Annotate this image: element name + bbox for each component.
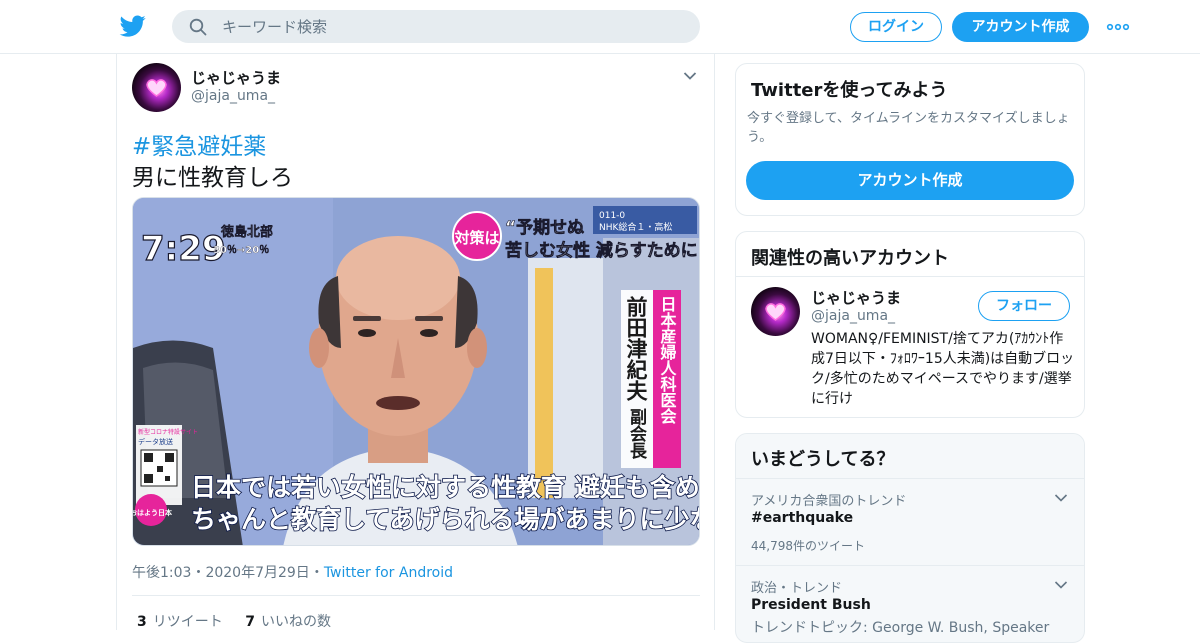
related-account-handle[interactable]: @jaja_uma_ [811,308,895,324]
headline-line-2: 苦しむ女性 減らすために [505,240,698,261]
likes-stat[interactable]: 7 いいねの数 [245,614,331,630]
chevron-down-icon[interactable] [1054,493,1068,503]
trends-title: いまどうしてる？ [751,449,895,470]
trend-tweet-count: 44,798件のツイート [751,539,865,553]
meta-separator: ・ [309,565,324,581]
channel-line-1: 011-0 [599,211,625,221]
likes-label: いいねの数 [260,614,331,630]
caption-line-2: ちゃんと教育してあげられる場があまりに少ない [191,505,700,534]
trend-topics: トレンドトピック: George W. Bush, Speaker [751,620,1050,636]
twitter-bird-logo-icon[interactable] [119,13,147,39]
signup-card-title: Twitterを使ってみよう [751,80,948,101]
divider [132,595,700,596]
search-input[interactable] [222,10,682,43]
search-icon [189,18,207,36]
related-account-bio: WOMAN♀/FEMINIST/捨てアカ(ｱｶｳﾝﾄ作成7日以下・ﾌｫﾛﾜｰ15… [811,331,1075,407]
channel-line-2: NHK総合１・高松 [599,221,672,233]
trend-item[interactable]: アメリカ合衆国のトレンド #earthquake 44,798件のツイート [736,479,1084,566]
retweets-label: リツイート [152,614,223,630]
headline-badge: 対策は [453,229,499,247]
retweets-count: 3 [137,614,147,630]
author-name[interactable]: じゃじゃうま [191,67,281,88]
search-box[interactable] [172,10,700,43]
signup-button[interactable]: アカウント作成 [952,12,1089,42]
tweet-date[interactable]: 2020年7月29日 [205,565,309,581]
chevron-down-icon[interactable] [1054,580,1068,590]
top-navigation-bar: ログイン アカウント作成 [0,0,1200,54]
chevron-down-icon[interactable] [683,71,697,81]
follow-button[interactable]: フォロー [978,291,1070,321]
tweet-metadata: 午後1:03・2020年7月29日・Twitter for Android [132,562,453,582]
create-account-button[interactable]: アカウント作成 [746,161,1074,200]
tweet-text: 男に性教育しろ [132,165,293,191]
person-name-label: 前田津紀夫 [624,295,648,402]
heart-icon [146,79,167,97]
related-accounts-header: 関連性の高いアカウント [736,232,1084,277]
headline-line-1: “予期せぬ [505,218,584,238]
login-button[interactable]: ログイン [850,12,942,42]
tweet-hashtag-link[interactable]: #緊急避妊薬 [132,127,266,161]
program-logo: おはよう日本 [133,508,172,517]
weather-region-overlay: 徳島北部 [220,224,273,240]
more-options-icon[interactable] [1106,19,1130,35]
side-label-1: 新型コロナ特設サイト [138,428,198,436]
trends-header: いまどうしてる？ [736,434,1084,479]
tweet-stats: 3 リツイート 7 いいねの数 [137,611,331,631]
related-account-avatar[interactable] [751,287,800,336]
trend-context: 政治・トレンド [751,581,843,596]
trends-card: いまどうしてる？ アメリカ合衆国のトレンド #earthquake 44,798… [735,433,1085,643]
tweet-time[interactable]: 午後1:03 [132,565,191,581]
tv-broadcast-image: 7:29 徳島北部 30％→20％ 対策は “予期せぬ 苦しむ女性 減らすために… [133,198,700,545]
signup-card: Twitterを使ってみよう 今すぐ登録して、タイムラインをカスタマイズしましょ… [735,63,1085,216]
meta-separator: ・ [191,565,206,581]
person-title-label: 副会長 [626,408,647,460]
retweets-stat[interactable]: 3 リツイート [137,614,223,630]
related-accounts-card: 関連性の高いアカウント じゃじゃうま @jaja_uma_ フォロー WOMAN… [735,231,1085,418]
organization-label: 日本産婦人科医会 [658,296,678,425]
tweet-source-link[interactable]: Twitter for Android [324,565,453,581]
tweet-media-image[interactable]: 7:29 徳島北部 30％→20％ 対策は “予期せぬ 苦しむ女性 減らすために… [132,197,700,546]
author-avatar[interactable] [132,63,181,112]
author-handle[interactable]: @jaja_uma_ [191,88,275,104]
tweet-detail-column: じゃじゃうま @jaja_uma_ #緊急避妊薬 男に性教育しろ 7:29 徳島… [116,54,715,630]
trend-name[interactable]: #earthquake [751,510,853,526]
caption-line-1: 日本では若い女性に対する性教育 避妊も含めて [191,473,700,502]
heart-icon [765,303,786,321]
trend-context: アメリカ合衆国のトレンド [751,494,907,509]
related-accounts-title: 関連性の高いアカウント [751,248,949,269]
trend-item[interactable]: 政治・トレンド President Bush トレンドトピック: George … [736,566,1084,642]
side-label-2: データ放送 [138,437,173,446]
weather-overlay: 30％→20％ [213,244,269,256]
related-account-name[interactable]: じゃじゃうま [811,287,901,308]
trend-name[interactable]: President Bush [751,597,871,613]
likes-count: 7 [245,614,255,630]
signup-card-subtitle: 今すぐ登録して、タイムラインをカスタマイズしましょう。 [747,111,1070,145]
